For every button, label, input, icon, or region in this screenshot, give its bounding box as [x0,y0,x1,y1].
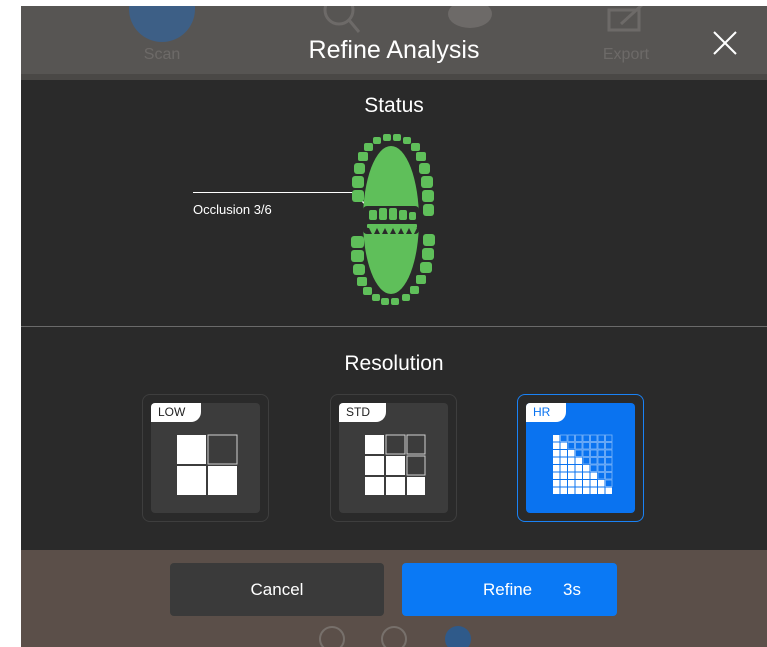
hr-grid-cell [605,442,613,450]
resolution-hr-tag: HR [526,403,567,422]
hr-grid-cell [575,465,582,472]
hr-grid-cell [597,449,605,457]
hr-grid-cell [597,464,605,472]
hr-grid-cell [560,472,567,479]
hr-grid-cell [598,487,605,494]
resolution-low-tag: LOW [151,403,202,422]
hr-grid-cell [568,480,575,487]
hr-grid-cell [568,465,575,472]
hr-grid-cell [568,450,575,457]
hr-grid-cell [583,480,590,487]
hr-grid-cell [605,464,613,472]
refine-button[interactable]: Refine 3s [402,563,617,616]
hr-grid-cell [598,480,605,487]
hr-grid-cell [553,435,560,442]
hr-grid-cell [590,480,597,487]
hr-grid-cell [553,442,560,449]
resolution-title: Resolution [344,352,444,375]
resolution-std-tag: STD [339,403,386,422]
dialog-header: Refine Analysis [21,28,767,80]
hr-grid-cell [560,442,567,449]
cancel-button[interactable]: Cancel [170,563,384,616]
close-button[interactable] [710,28,740,58]
hr-grid-cell [582,457,590,465]
hr-grid-cell [605,449,613,457]
refine-timer: 3s [563,580,581,599]
resolution-hr-option[interactable]: HR [517,394,644,522]
hr-grid-cell [560,457,567,464]
dialog-body: Status Occlusion 3/6 Resolution LOW STD … [21,80,767,552]
hr-grid-cell [567,434,575,442]
section-divider [21,326,767,327]
hr-grid-cell [568,457,575,464]
hr-grid-cell [553,487,560,494]
hr-grid-cell [575,449,583,457]
hr-grid-cell [553,465,560,472]
resolution-low-option[interactable]: LOW [142,394,269,522]
status-title: Status [364,94,424,117]
hr-grid-cell [590,472,597,479]
hr-grid-cell [590,434,598,442]
std-grid-icon [365,434,426,495]
hr-grid-cell [590,457,598,465]
hr-grid-cell [560,487,567,494]
page-dot-2 [381,626,407,647]
hr-grid-cell [553,480,560,487]
hr-grid-cell [597,472,605,480]
resolution-low-panel: LOW [151,403,260,513]
hr-grid-icon [553,434,613,494]
resolution-hr-panel: HR [526,403,635,513]
hr-grid-cell [583,472,590,479]
hr-grid-cell [597,442,605,450]
hr-grid-cell [597,457,605,465]
hr-grid-cell [568,487,575,494]
page-dot-3 [445,626,471,647]
hr-grid-cell [560,480,567,487]
hr-grid-cell [560,450,567,457]
hr-grid-cell [590,449,598,457]
hr-grid-cell [553,457,560,464]
hr-grid-cell [575,442,583,450]
app-background: Scan Export Refine Analysis Status Occlu… [21,6,767,647]
hr-grid-cell [590,464,598,472]
close-icon [713,31,737,55]
hr-grid-cell [582,449,590,457]
cancel-label: Cancel [250,580,304,599]
hr-grid-cell [590,487,597,494]
hr-grid-cell [575,472,582,479]
hr-grid-cell [575,434,583,442]
hr-grid-cell [605,479,613,487]
hr-grid-cell [567,442,575,450]
hr-grid-cell [597,434,605,442]
hr-grid-cell [583,465,590,472]
occlusion-label: Occlusion 3/6 [193,202,272,217]
low-grid-icon [177,434,238,495]
hr-grid-cell [560,465,567,472]
hr-grid-cell [605,487,612,494]
hr-grid-cell [605,472,613,480]
hr-grid-cell [605,434,613,442]
hr-grid-cell [568,472,575,479]
hr-grid-cell [575,457,582,464]
hr-grid-cell [575,480,582,487]
hr-grid-cell [575,487,582,494]
dental-arch-icon[interactable] [321,132,451,312]
hr-grid-cell [553,472,560,479]
resolution-std-option[interactable]: STD [330,394,457,522]
hr-grid-cell [590,442,598,450]
refine-label: Refine [483,580,533,599]
hr-grid-cell [582,434,590,442]
hr-grid-cell [583,487,590,494]
hr-grid-cell [605,457,613,465]
hr-grid-cell [560,434,568,442]
hr-grid-cell [582,442,590,450]
dialog-title: Refine Analysis [308,36,480,64]
hr-grid-cell [553,450,560,457]
resolution-std-panel: STD [339,403,448,513]
page-dot-1 [319,626,345,647]
